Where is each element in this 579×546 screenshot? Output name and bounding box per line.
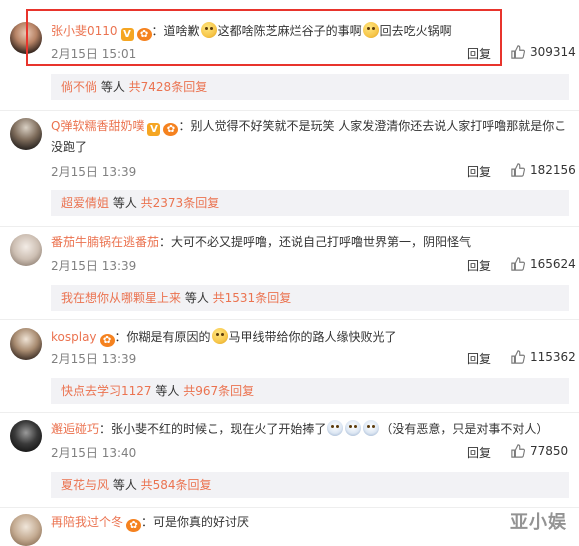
thumbs-up-icon[interactable]: [511, 257, 525, 271]
comment-text: ：别人觉得不好笑就不是玩笑 人家发澄清你还去说人家打呼噜那就是你こ: [178, 119, 567, 133]
reply-button[interactable]: 回复: [467, 350, 491, 367]
comment-header: 邂逅碰巧：张小斐不红的时候こ，现在火了开始捧了 （没有恶意，只是对事不对人）: [51, 420, 548, 437]
thumbs-up-icon[interactable]: [511, 444, 525, 458]
sub-reply-count[interactable]: 共1531条回复: [213, 291, 292, 305]
divider: [0, 110, 579, 111]
like-count: 309314: [530, 45, 576, 59]
comment-header: kosplay ✿ ：你糊是有原因的 马甲线带给你的路人缘快败光了: [51, 328, 397, 347]
divider: [0, 226, 579, 227]
like-count: 77850: [530, 444, 569, 458]
comment-text: ：可是你真的好讨厌: [141, 515, 250, 529]
comment-header: Q弹软糯香甜奶噗 V ✿ ：别人觉得不好笑就不是玩笑 人家发澄清你还去说人家打呼噜那就…: [51, 118, 566, 136]
scared-emoji-icon: [345, 420, 362, 436]
avatar[interactable]: [10, 118, 42, 150]
sub-reply-count[interactable]: 共967条回复: [183, 384, 254, 398]
sub-reply-count[interactable]: 共2373条回复: [141, 196, 220, 210]
sub-reply-user[interactable]: 超爱倩姐: [61, 196, 109, 210]
sub-reply-user[interactable]: 夏花与风: [61, 478, 109, 492]
comment-date: 2月15日 13:40: [51, 446, 137, 460]
sub-reply-bar[interactable]: 夏花与风 等人 共584条回复: [51, 472, 569, 498]
comment-text: 马甲线带给你的路人缘快败光了: [228, 330, 397, 344]
divider: [0, 507, 579, 508]
watermark: 亚小娱: [510, 512, 567, 533]
comment-text: ：你糊是有原因的: [114, 330, 211, 344]
highlight-box: [26, 9, 502, 66]
sub-reply-text: 等人: [181, 291, 213, 305]
divider: [0, 319, 579, 320]
sub-reply-text: 等人: [151, 384, 184, 398]
comment-username[interactable]: Q弹软糯香甜奶噗: [51, 119, 144, 133]
thumbs-up-icon[interactable]: [511, 45, 525, 59]
comment-username[interactable]: 番茄牛腩锅在逃番茄: [51, 235, 159, 249]
vip-badge-icon: ✿: [126, 519, 142, 532]
reply-button[interactable]: 回复: [467, 257, 491, 274]
sub-reply-user[interactable]: 快点去学习1127: [61, 384, 152, 398]
comment-text: ：张小斐不红的时候こ，现在火了开始捧了: [99, 422, 327, 436]
comment-header: 番茄牛腩锅在逃番茄：大可不必又提呼噜，还说自己打呼噜世界第一，阴阳怪气: [51, 234, 471, 250]
thumbs-up-icon[interactable]: [511, 163, 525, 177]
comment-username[interactable]: 再陪我过个冬: [51, 515, 123, 529]
like-count: 115362: [530, 350, 576, 364]
avatar[interactable]: [10, 328, 42, 360]
scared-emoji-icon: [327, 420, 344, 436]
thinking-emoji-icon: [211, 328, 228, 344]
sub-reply-text: 等人: [109, 478, 141, 492]
sub-reply-bar[interactable]: 我在想你从哪颗星上来 等人 共1531条回复: [51, 285, 569, 311]
avatar[interactable]: [10, 420, 42, 452]
comment-date: 2月15日 13:39: [51, 259, 137, 273]
reply-button[interactable]: 回复: [467, 163, 491, 180]
like-count: 182156: [530, 163, 576, 177]
comment-date: 2月15日 13:39: [51, 165, 137, 179]
divider: [0, 412, 579, 413]
sub-reply-text: 等人: [97, 80, 129, 94]
vip-badge-icon: ✿: [99, 334, 115, 347]
sub-reply-count[interactable]: 共7428条回复: [129, 80, 208, 94]
comment-date: 2月15日 13:39: [51, 352, 137, 366]
reply-button[interactable]: 回复: [467, 444, 491, 461]
comment-text: （没有恶意，只是对事不对人）: [380, 422, 549, 436]
comment-username[interactable]: kosplay: [51, 330, 97, 344]
like-count: 165624: [530, 257, 576, 271]
sub-reply-text: 等人: [109, 196, 141, 210]
comment-text: ：大可不必又提呼噜，还说自己打呼噜世界第一，阴阳怪气: [159, 235, 472, 249]
sub-reply-bar[interactable]: 超爱倩姐 等人 共2373条回复: [51, 190, 569, 216]
v-badge-icon: V: [147, 123, 161, 136]
scared-emoji-icon: [363, 420, 380, 436]
sub-reply-user[interactable]: 我在想你从哪颗星上来: [61, 291, 181, 305]
vip-badge-icon: ✿: [163, 123, 179, 136]
thumbs-up-icon[interactable]: [511, 350, 525, 364]
sub-reply-count[interactable]: 共584条回复: [141, 478, 212, 492]
avatar[interactable]: [10, 234, 42, 266]
comment-text-line2: 没跑了: [51, 140, 88, 154]
sub-reply-user[interactable]: 倘不倘: [61, 80, 97, 94]
sub-reply-bar[interactable]: 快点去学习1127 等人 共967条回复: [51, 378, 569, 404]
comment-header: 再陪我过个冬 ✿ ：可是你真的好讨厌: [51, 514, 249, 532]
avatar[interactable]: [10, 514, 42, 546]
comment-username[interactable]: 邂逅碰巧: [51, 422, 99, 436]
sub-reply-bar[interactable]: 倘不倘 等人 共7428条回复: [51, 74, 569, 100]
